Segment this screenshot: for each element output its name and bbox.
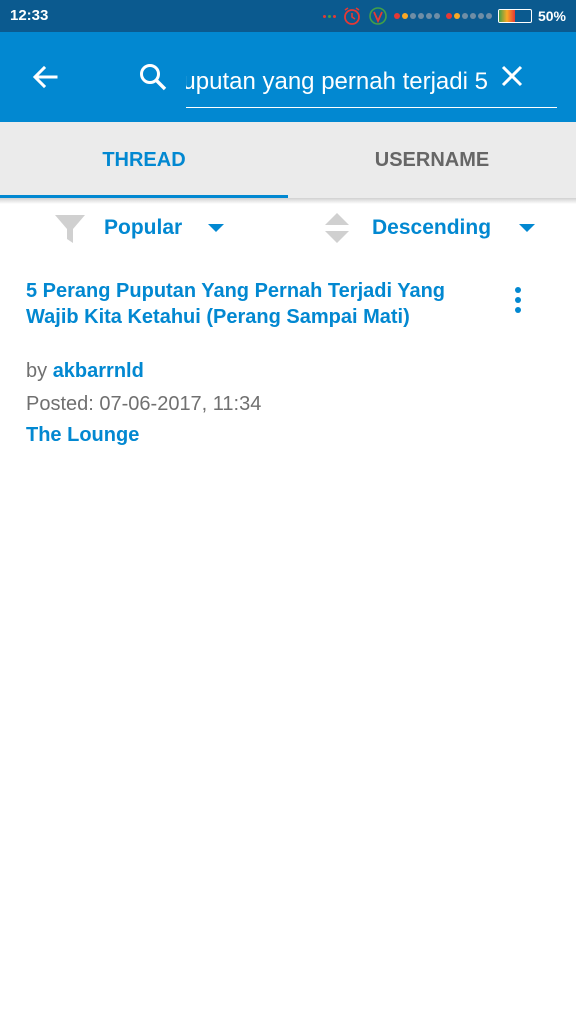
tab-username[interactable]: USERNAME (288, 122, 576, 198)
more-vertical-icon (515, 287, 521, 293)
battery-percent: 50% (537, 8, 566, 24)
signal-dots-icon (322, 14, 336, 18)
filter-funnel-icon (55, 215, 85, 243)
chevron-down-icon (519, 224, 536, 232)
tab-bar: THREAD USERNAME (0, 122, 576, 198)
notification-dots-icon (393, 13, 492, 19)
filter-bar: Popular Descending (0, 204, 576, 252)
thread-title[interactable]: 5 Perang Puputan Yang Pernah Terjadi Yan… (26, 278, 496, 330)
search-field (186, 54, 557, 108)
sort-dropdown[interactable]: Descending (324, 210, 536, 246)
thread-forum-link[interactable]: The Lounge (26, 424, 139, 447)
alarm-icon (344, 7, 360, 25)
thread-author: by akbarrnld (26, 360, 556, 383)
author-prefix: by (26, 360, 48, 382)
status-time: 12:33 (10, 7, 49, 24)
status-bar: 12:33 50% (0, 0, 576, 32)
more-vertical-icon-dot (515, 297, 521, 303)
search-icon (132, 56, 174, 98)
more-options-button[interactable] (504, 284, 532, 316)
author-username[interactable]: akbarrnld (53, 360, 144, 382)
filter-dropdown[interactable]: Popular (54, 210, 225, 246)
close-icon (501, 65, 523, 87)
clear-search-button[interactable] (494, 58, 530, 94)
sort-value: Descending (372, 216, 492, 239)
tab-thread[interactable]: THREAD (0, 122, 288, 198)
app-bar (0, 32, 576, 122)
sort-updown-icon (325, 213, 349, 243)
search-input[interactable] (186, 54, 488, 104)
thread-posted-date: Posted: 07-06-2017, 11:34 (26, 393, 262, 415)
chevron-down-icon (208, 224, 225, 232)
more-vertical-icon-dot (515, 307, 521, 313)
back-button[interactable] (24, 56, 66, 98)
vpn-icon (369, 7, 387, 25)
thread-result: 5 Perang Puputan Yang Pernah Terjadi Yan… (26, 278, 556, 447)
arrow-back-icon (32, 65, 58, 89)
battery-icon (497, 9, 532, 23)
filter-value: Popular (104, 216, 183, 239)
status-icons: 50% (322, 6, 566, 26)
